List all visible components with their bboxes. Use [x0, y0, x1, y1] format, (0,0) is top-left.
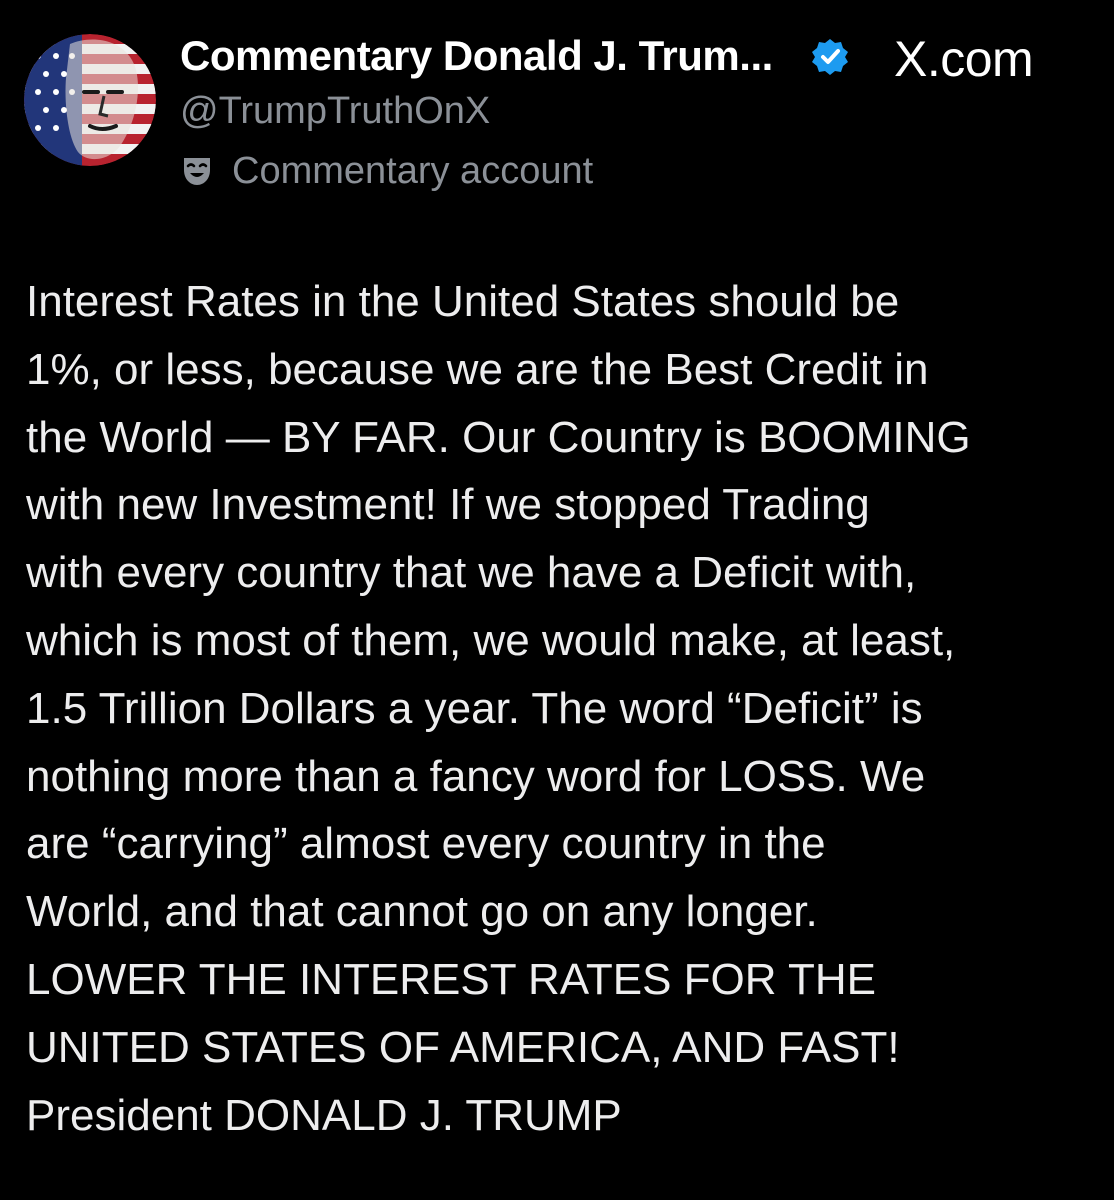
- post-body-line: UNITED STATES OF AMERICA, AND FAST!: [26, 1022, 900, 1072]
- account-type-text: Commentary account: [232, 149, 594, 192]
- post-body-line: Interest Rates in the United States shou…: [26, 277, 900, 326]
- post-body-line: 1.5 Trillion Dollars a year. The word “D…: [26, 683, 923, 733]
- post-body: Interest Rates in the United States shou…: [26, 268, 1106, 1149]
- post-body-line: with every country that we have a Defici…: [26, 548, 917, 598]
- verified-badge-icon: [812, 39, 848, 75]
- author-display-name[interactable]: Commentary Donald J. Trum...: [180, 32, 773, 80]
- post-body-line: World, and that cannot go on any longer.: [26, 887, 818, 937]
- post-body-line: are “carrying” almost every country in t…: [26, 819, 826, 869]
- author-avatar[interactable]: [24, 34, 156, 166]
- post-card: Commentary Donald J. Trum... X.com @Trum…: [0, 0, 1114, 1200]
- flag-portrait-avatar-icon: [24, 34, 156, 166]
- post-body-line: nothing more than a fancy word for LOSS.…: [26, 751, 926, 801]
- post-body-line: with new Investment! If we stopped Tradi…: [26, 480, 870, 530]
- source-label: X.com: [894, 31, 1034, 87]
- post-body-line: President DONALD J. TRUMP: [26, 1090, 622, 1140]
- post-body-line: LOWER THE INTEREST RATES FOR THE: [26, 954, 876, 1004]
- mask-icon: [184, 158, 210, 185]
- post-body-line: 1%, or less, because we are the Best Cre…: [26, 344, 929, 394]
- post-body-line: which is most of them, we would make, at…: [26, 615, 956, 665]
- author-handle[interactable]: @TrumpTruthOnX: [180, 90, 490, 133]
- account-type-label: Commentary account: [180, 146, 593, 196]
- post-body-line: the World — BY FAR. Our Country is BOOMI…: [26, 412, 971, 462]
